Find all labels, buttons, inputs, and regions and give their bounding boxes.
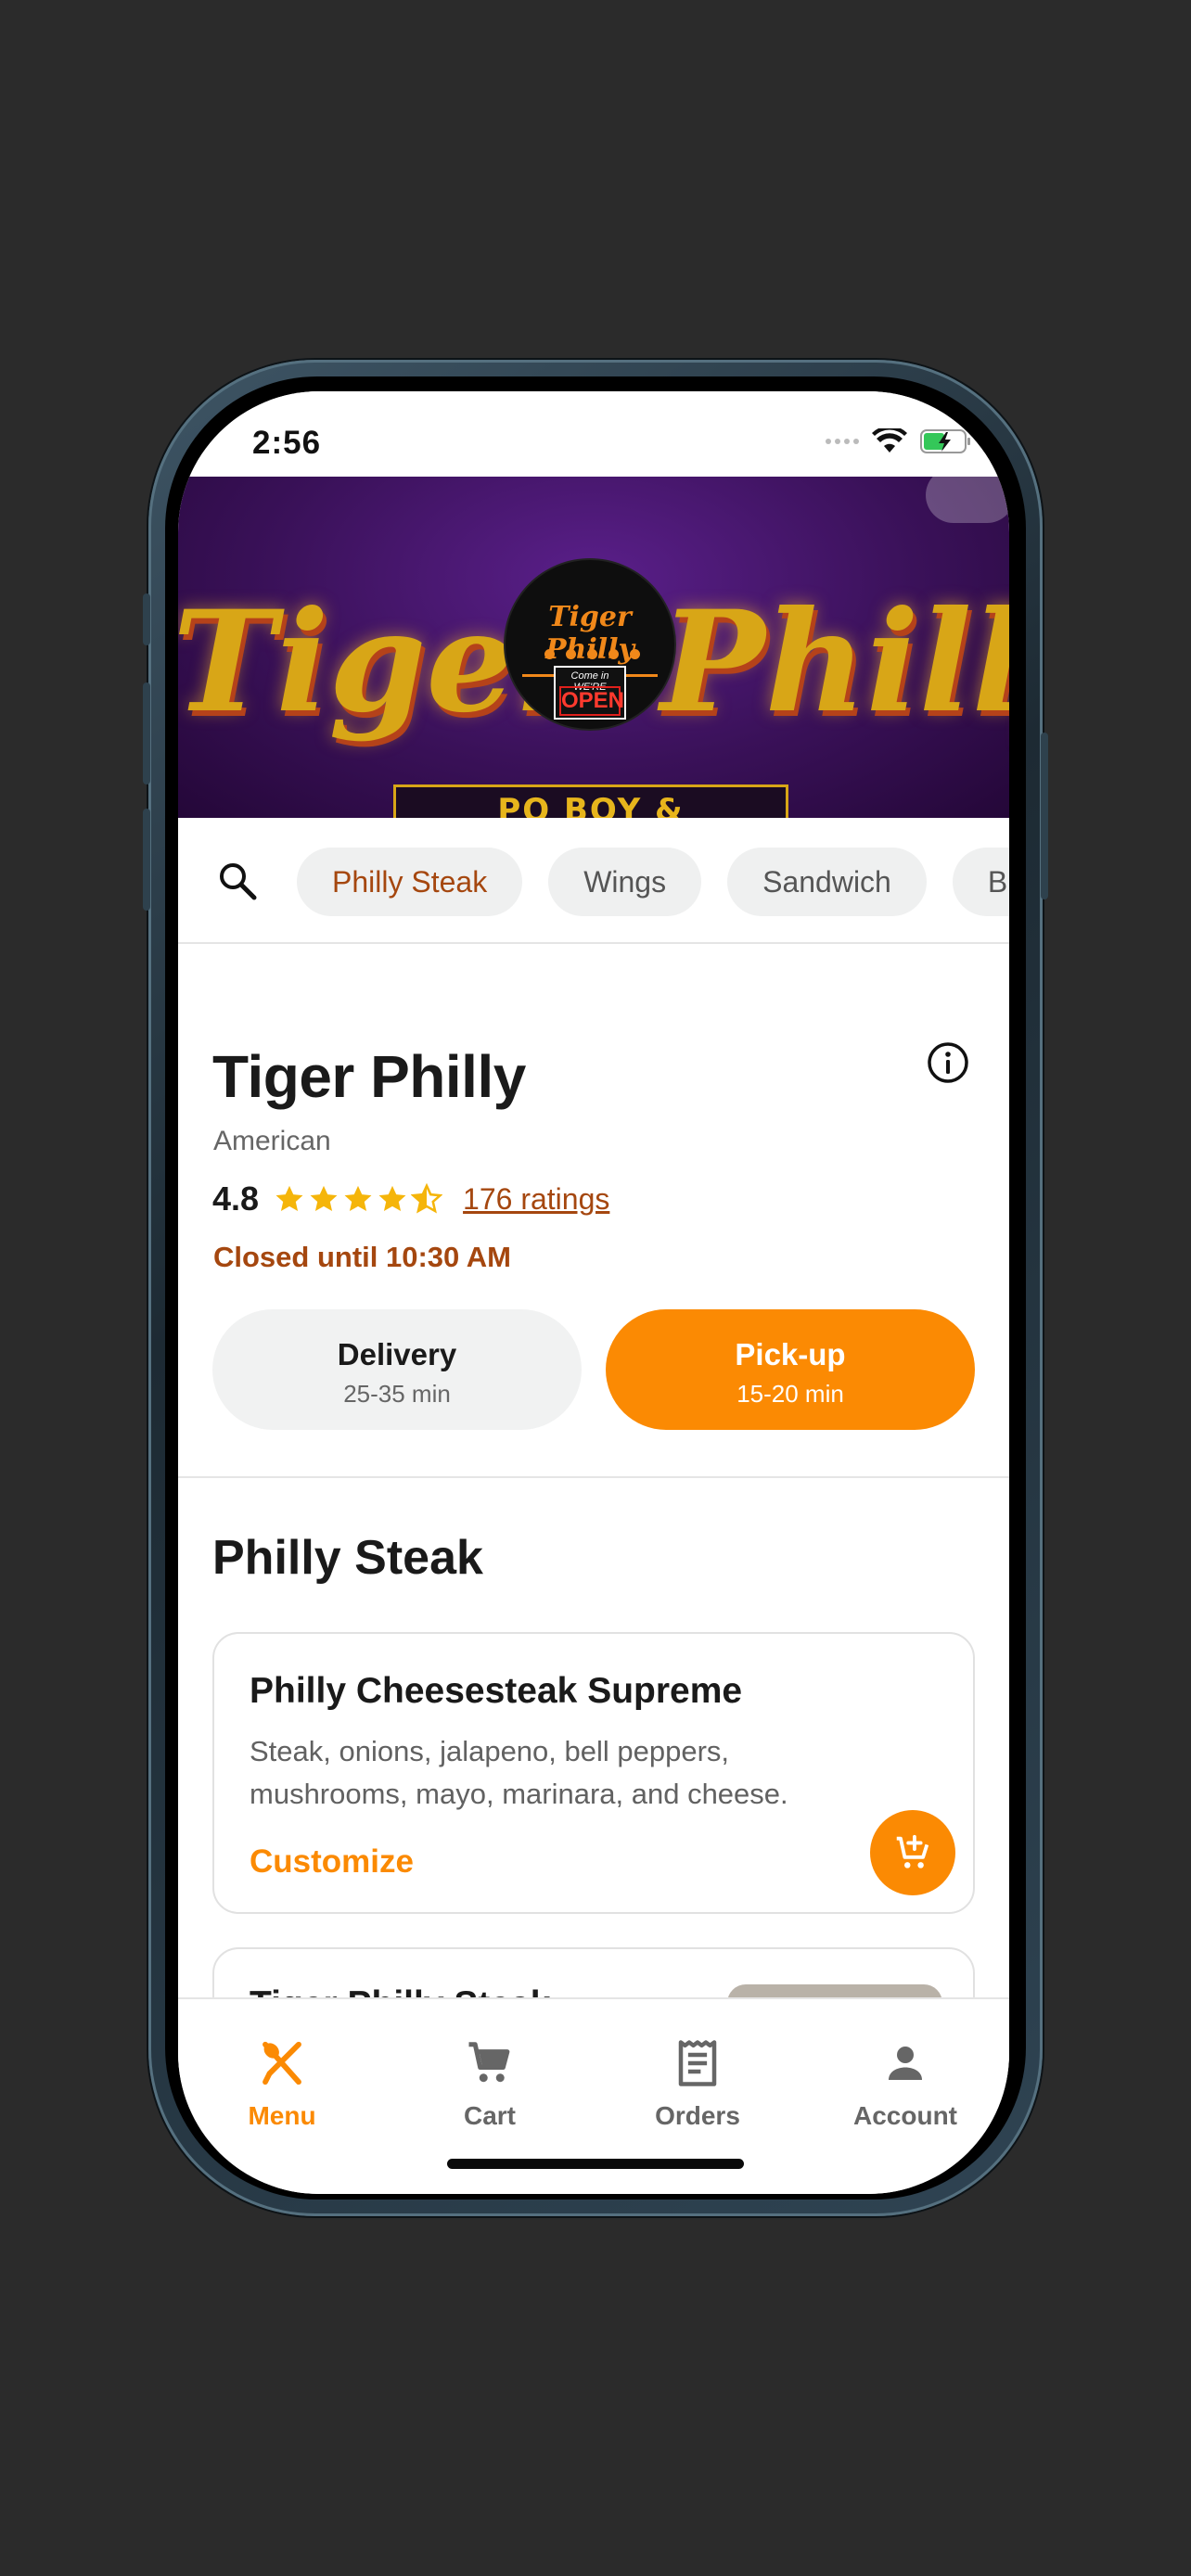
tab-label: Account xyxy=(853,2101,957,2130)
hero-sign-right: Philly xyxy=(660,580,1009,744)
volume-down-button xyxy=(143,809,150,911)
search-icon xyxy=(220,863,257,900)
hero-overlay-pill xyxy=(926,477,1009,523)
tab-orders[interactable]: Orders xyxy=(594,2034,801,2131)
open-sign-text: OPEN xyxy=(559,686,624,716)
status-icons xyxy=(826,428,972,454)
tab-menu[interactable]: Menu xyxy=(178,2034,386,2131)
star-icon xyxy=(378,1185,406,1212)
add-to-cart-icon xyxy=(896,1834,929,1868)
fork-knife-icon xyxy=(263,2041,301,2085)
restaurant-logo: Tiger Philly Come in WE'RE OPEN xyxy=(506,560,674,729)
status-bar: 2:56 xyxy=(178,391,1009,477)
wifi-icon xyxy=(872,428,907,453)
search-button[interactable] xyxy=(213,857,262,905)
signal-icon xyxy=(826,439,859,444)
restaurant-name: Tiger Philly xyxy=(212,1043,526,1110)
tab-label: Cart xyxy=(463,2101,516,2130)
add-to-cart-button[interactable] xyxy=(870,1810,955,1895)
volume-up-button xyxy=(143,682,150,784)
section-divider xyxy=(178,1476,1009,1478)
menu-item-card[interactable]: Philly Cheesesteak Supreme Steak, onions… xyxy=(212,1632,975,1914)
chip-wings[interactable]: Wings xyxy=(548,848,702,916)
app-screen: 2:56 Tiger Philly PO BOY & SHAWARMA Tige… xyxy=(178,391,1009,2194)
star-icon xyxy=(275,1185,303,1212)
category-filter-bar: Philly Steak Wings Sandwich B xyxy=(178,818,1009,944)
star-icon xyxy=(344,1185,372,1212)
battery-icon xyxy=(920,429,970,453)
delivery-button[interactable]: Delivery 25-35 min xyxy=(212,1309,582,1430)
open-sign: Come in WE'RE OPEN xyxy=(554,666,626,720)
menu-item-name: Philly Cheesesteak Supreme xyxy=(250,1671,743,1711)
pickup-label: Pick-up xyxy=(735,1337,846,1371)
side-button xyxy=(143,593,150,645)
home-indicator[interactable] xyxy=(447,2159,744,2169)
chip-philly-steak[interactable]: Philly Steak xyxy=(297,848,523,916)
tab-label: Orders xyxy=(655,2101,740,2130)
half-star-icon xyxy=(411,1183,443,1214)
delivery-label: Delivery xyxy=(337,1337,457,1371)
pickup-button[interactable]: Pick-up 15-20 min xyxy=(606,1309,975,1430)
cart-icon xyxy=(468,2042,510,2083)
menu-item-description: Steak, onions, jalapeno, bell peppers, m… xyxy=(250,1735,788,1810)
customize-link[interactable]: Customize xyxy=(250,1843,414,1881)
rating-value: 4.8 xyxy=(212,1180,260,1218)
status-time: 2:56 xyxy=(252,425,322,461)
ratings-count-link[interactable]: 176 ratings xyxy=(463,1182,609,1217)
hero-sign-sub: PO BOY & SHAWARMA xyxy=(393,784,788,818)
logo-dots xyxy=(544,649,640,659)
power-button xyxy=(1041,733,1048,899)
info-icon[interactable] xyxy=(926,1040,970,1085)
chip-more[interactable]: B xyxy=(952,848,1009,916)
restaurant-cuisine: American xyxy=(213,1126,331,1156)
receipt-icon xyxy=(678,2040,717,2086)
open-status: Closed until 10:30 AM xyxy=(213,1241,511,1273)
chip-sandwich[interactable]: Sandwich xyxy=(727,848,927,916)
menu-section-title: Philly Steak xyxy=(212,1531,483,1585)
rating-stars xyxy=(274,1183,443,1215)
person-icon xyxy=(889,2047,922,2080)
star-icon xyxy=(310,1185,338,1212)
category-chips: Philly Steak Wings Sandwich B xyxy=(297,848,1009,916)
delivery-time: 25-35 min xyxy=(343,1380,451,1408)
restaurant-hero-image: Tiger Philly PO BOY & SHAWARMA Tiger Phi… xyxy=(178,477,1009,818)
tab-cart[interactable]: Cart xyxy=(386,2034,594,2131)
rating-row: 4.8 176 ratings xyxy=(212,1180,609,1218)
tab-label: Menu xyxy=(248,2101,316,2130)
tab-account[interactable]: Account xyxy=(801,2034,1009,2131)
pickup-time: 15-20 min xyxy=(736,1380,844,1408)
